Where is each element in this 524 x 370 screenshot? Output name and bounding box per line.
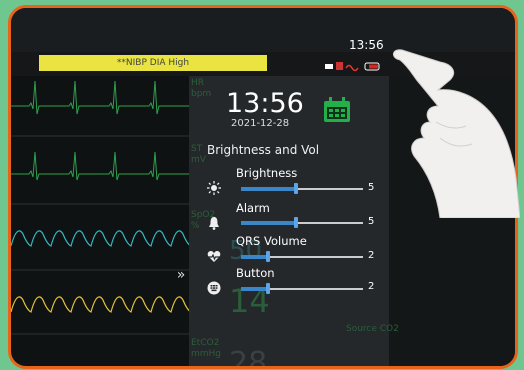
brightness-value: 5: [368, 182, 375, 193]
qrs-volume-slider[interactable]: [241, 251, 363, 262]
section-title: Brightness and Vol: [207, 143, 320, 157]
ghost-label-st: ST: [191, 144, 203, 154]
calendar-button[interactable]: [322, 96, 352, 124]
brightness-slider-handle[interactable]: [293, 183, 298, 194]
resp-wave: [11, 296, 192, 313]
ghost-label-mmhg: mmHg: [191, 349, 222, 359]
top-clock[interactable]: 13:56: [349, 38, 384, 52]
sun-icon: [207, 180, 221, 195]
button-volume-slider-fill: [241, 287, 268, 291]
collapse-panel-button[interactable]: »: [172, 266, 190, 284]
calendar-icon: [324, 97, 350, 122]
wave-alarm-icon: [345, 64, 359, 72]
button-volume-slider[interactable]: [241, 283, 363, 294]
alarm-slider[interactable]: [241, 217, 363, 228]
alarm-value: 5: [368, 216, 375, 227]
brightness-slider[interactable]: [241, 183, 363, 194]
qrs-volume-slider-fill: [241, 255, 268, 259]
waveform-area: [11, 76, 192, 366]
panel-time: 13:56: [226, 88, 304, 119]
alarm-slider-fill: [241, 221, 296, 225]
ghost-label-bpm: bpm: [191, 89, 212, 99]
alarm-slider-handle[interactable]: [293, 217, 298, 228]
alarm-label: Alarm: [236, 201, 270, 215]
gloved-hand: [393, 49, 520, 218]
battery-level: [369, 64, 378, 69]
ghost-label-percent: %: [191, 221, 200, 231]
keypad-icon: [207, 280, 221, 295]
alarm-banner[interactable]: **NIBP DIA High: [39, 55, 267, 71]
waveforms-svg: [11, 80, 192, 335]
ghost-label-source-co2: Source CO2: [346, 324, 399, 334]
qrs-volume-slider-handle[interactable]: [265, 251, 270, 262]
ecg-wave-1: [11, 80, 191, 115]
brightness-label: Brightness: [236, 166, 298, 180]
pleth-wave: [11, 230, 192, 247]
brightness-slider-fill: [241, 187, 296, 191]
ghost-number-etco2: 28: [229, 346, 268, 369]
panel-date: 2021-12-28: [231, 118, 290, 129]
ghost-label-mv: mV: [191, 155, 206, 165]
double-chevron-right-icon: »: [176, 267, 186, 283]
qrs-volume-value: 2: [368, 250, 375, 261]
battery-warning-icon: [336, 62, 343, 70]
ecg-wave-2: [11, 151, 191, 181]
heart-pulse-icon: [207, 248, 221, 262]
bell-icon: [207, 215, 221, 230]
network-icon: [325, 64, 333, 69]
button-volume-value: 2: [368, 281, 375, 292]
ghost-label-hr: HR: [191, 78, 205, 88]
button-volume-slider-handle[interactable]: [265, 283, 270, 294]
ghost-label-etco2: EtCO2: [191, 338, 220, 348]
qrs-volume-label: QRS Volume: [236, 234, 307, 248]
button-volume-label: Button: [236, 266, 275, 280]
